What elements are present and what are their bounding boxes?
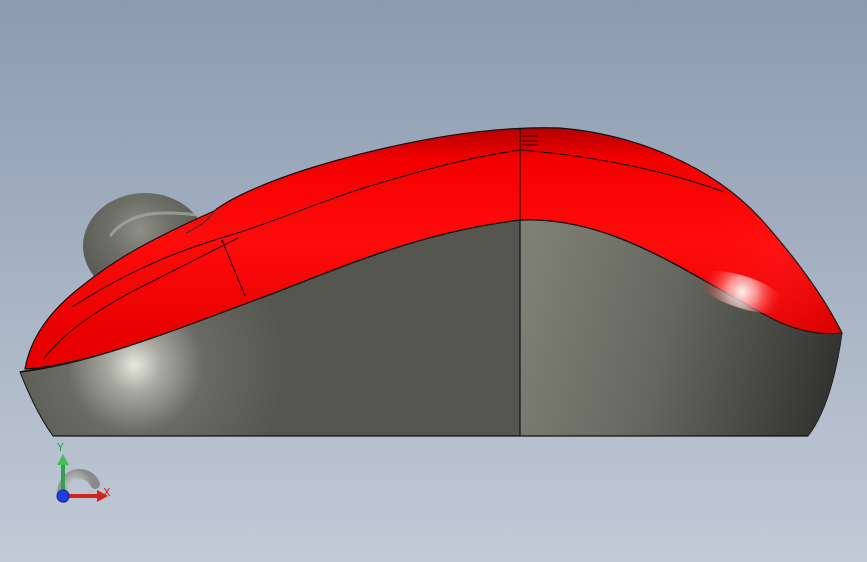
y-axis-label: Y xyxy=(57,441,64,454)
mouse-model[interactable] xyxy=(0,0,867,562)
z-axis-icon xyxy=(56,489,70,503)
x-axis-label: X xyxy=(103,486,111,499)
triad-graphic xyxy=(56,454,108,503)
cad-viewport[interactable]: Y X xyxy=(0,0,867,562)
coordinate-triad: Y X xyxy=(40,438,130,528)
y-axis-arrow-icon xyxy=(57,454,69,465)
